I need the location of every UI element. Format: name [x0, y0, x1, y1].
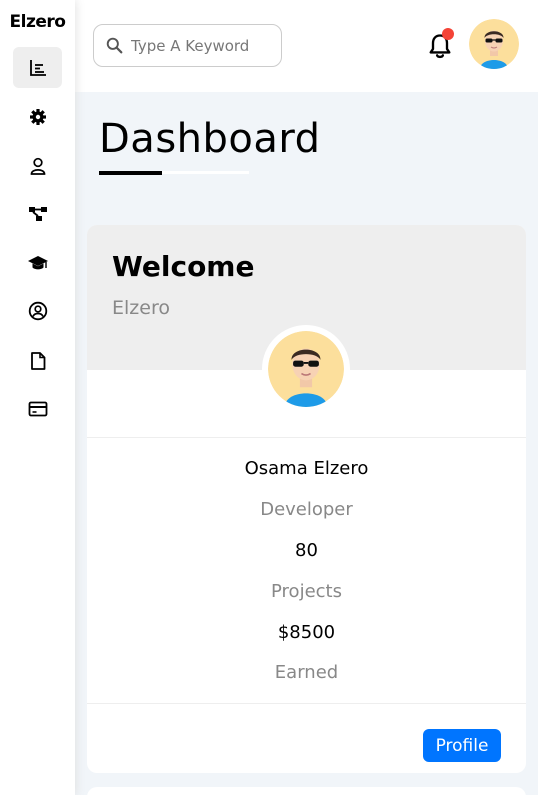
- profile-avatar: [262, 325, 350, 413]
- user-role: Developer: [260, 499, 353, 520]
- projects-label: Projects: [271, 581, 342, 602]
- brand-logo: Elzero: [9, 12, 66, 32]
- welcome-heading: Welcome: [112, 250, 255, 283]
- profile-button[interactable]: Profile: [423, 729, 501, 762]
- projects-count: 80: [295, 540, 318, 561]
- welcome-card: Welcome Elzero Osama Elzero Developer 80…: [87, 225, 526, 773]
- user-avatar[interactable]: [469, 19, 519, 69]
- welcome-subheading: Elzero: [112, 297, 170, 319]
- notification-badge: [442, 28, 454, 40]
- sidebar-item-dashboard[interactable]: [13, 47, 62, 88]
- page-title: Dashboard: [99, 116, 321, 162]
- file-icon: [30, 351, 45, 370]
- credit-card-icon: [28, 401, 47, 416]
- earned-label: Earned: [274, 662, 339, 683]
- sidebar: Elzero: [0, 0, 75, 795]
- sidebar-item-courses[interactable]: [13, 242, 62, 283]
- divider: [87, 437, 526, 438]
- sidebar-item-plans[interactable]: [13, 388, 62, 429]
- next-card: [87, 787, 526, 795]
- title-underline-accent: [99, 171, 162, 175]
- user-name: Osama Elzero: [244, 458, 369, 479]
- sidebar-item-friends[interactable]: [13, 290, 62, 331]
- top-header: [75, 0, 538, 92]
- sidebar-item-files[interactable]: [13, 340, 62, 381]
- search-box[interactable]: [93, 24, 282, 67]
- notification-button[interactable]: [426, 28, 454, 60]
- divider: [87, 703, 526, 704]
- user-circle-icon: [28, 301, 47, 320]
- graduation-cap-icon: [27, 255, 48, 269]
- earned-amount: $8500: [277, 622, 336, 643]
- avatar-image: [268, 331, 344, 407]
- diagram-icon: [28, 206, 47, 221]
- sidebar-item-settings[interactable]: [13, 96, 62, 137]
- user-icon: [30, 157, 45, 175]
- chart-icon: [29, 59, 46, 76]
- search-icon: [106, 37, 123, 54]
- search-input[interactable]: [131, 36, 281, 55]
- sidebar-item-profile[interactable]: [13, 145, 62, 186]
- gear-icon: [29, 108, 46, 125]
- sidebar-item-projects[interactable]: [13, 192, 62, 233]
- avatar-image: [469, 19, 519, 69]
